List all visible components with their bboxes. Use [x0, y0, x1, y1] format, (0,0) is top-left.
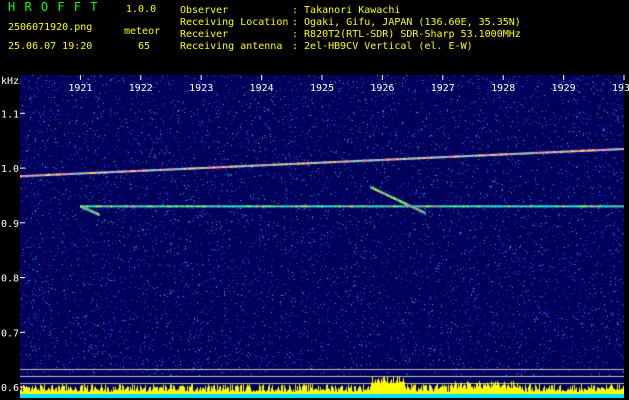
- x-tick-label: 1930: [612, 83, 629, 94]
- y-axis-unit-label: kHz: [1, 76, 19, 87]
- axis-overlay: kHz 1921 1922 1923 1924 1925 1926 1927 1928 1929…: [1, 75, 629, 394]
- x-tick-label: 1924: [250, 83, 274, 94]
- y-tick-label: 0.8: [1, 274, 19, 285]
- x-tick-label: 1929: [552, 83, 576, 94]
- y-tick-label: 0.9: [1, 219, 19, 230]
- x-tick-label: 1928: [491, 83, 515, 94]
- x-tick-label: 1925: [310, 83, 334, 94]
- y-tick-label: 0.6: [1, 383, 19, 394]
- x-tick-label: 1921: [68, 83, 92, 94]
- x-tick-label: 1923: [189, 83, 213, 94]
- y-tick-label: 1.1: [1, 109, 19, 120]
- x-axis-ticks: 1921 1922 1923 1924 1925 1926 1927 1928 1929 1930: [68, 75, 629, 94]
- y-tick-label: 1.0: [1, 164, 19, 175]
- x-tick-label: 1926: [370, 83, 394, 94]
- y-axis-ticks: 1.1 1.0 0.9 0.8 0.7 0.6: [1, 109, 25, 394]
- x-tick-label: 1922: [129, 83, 153, 94]
- x-tick-label: 1927: [431, 83, 455, 94]
- y-tick-label: 0.7: [1, 328, 19, 339]
